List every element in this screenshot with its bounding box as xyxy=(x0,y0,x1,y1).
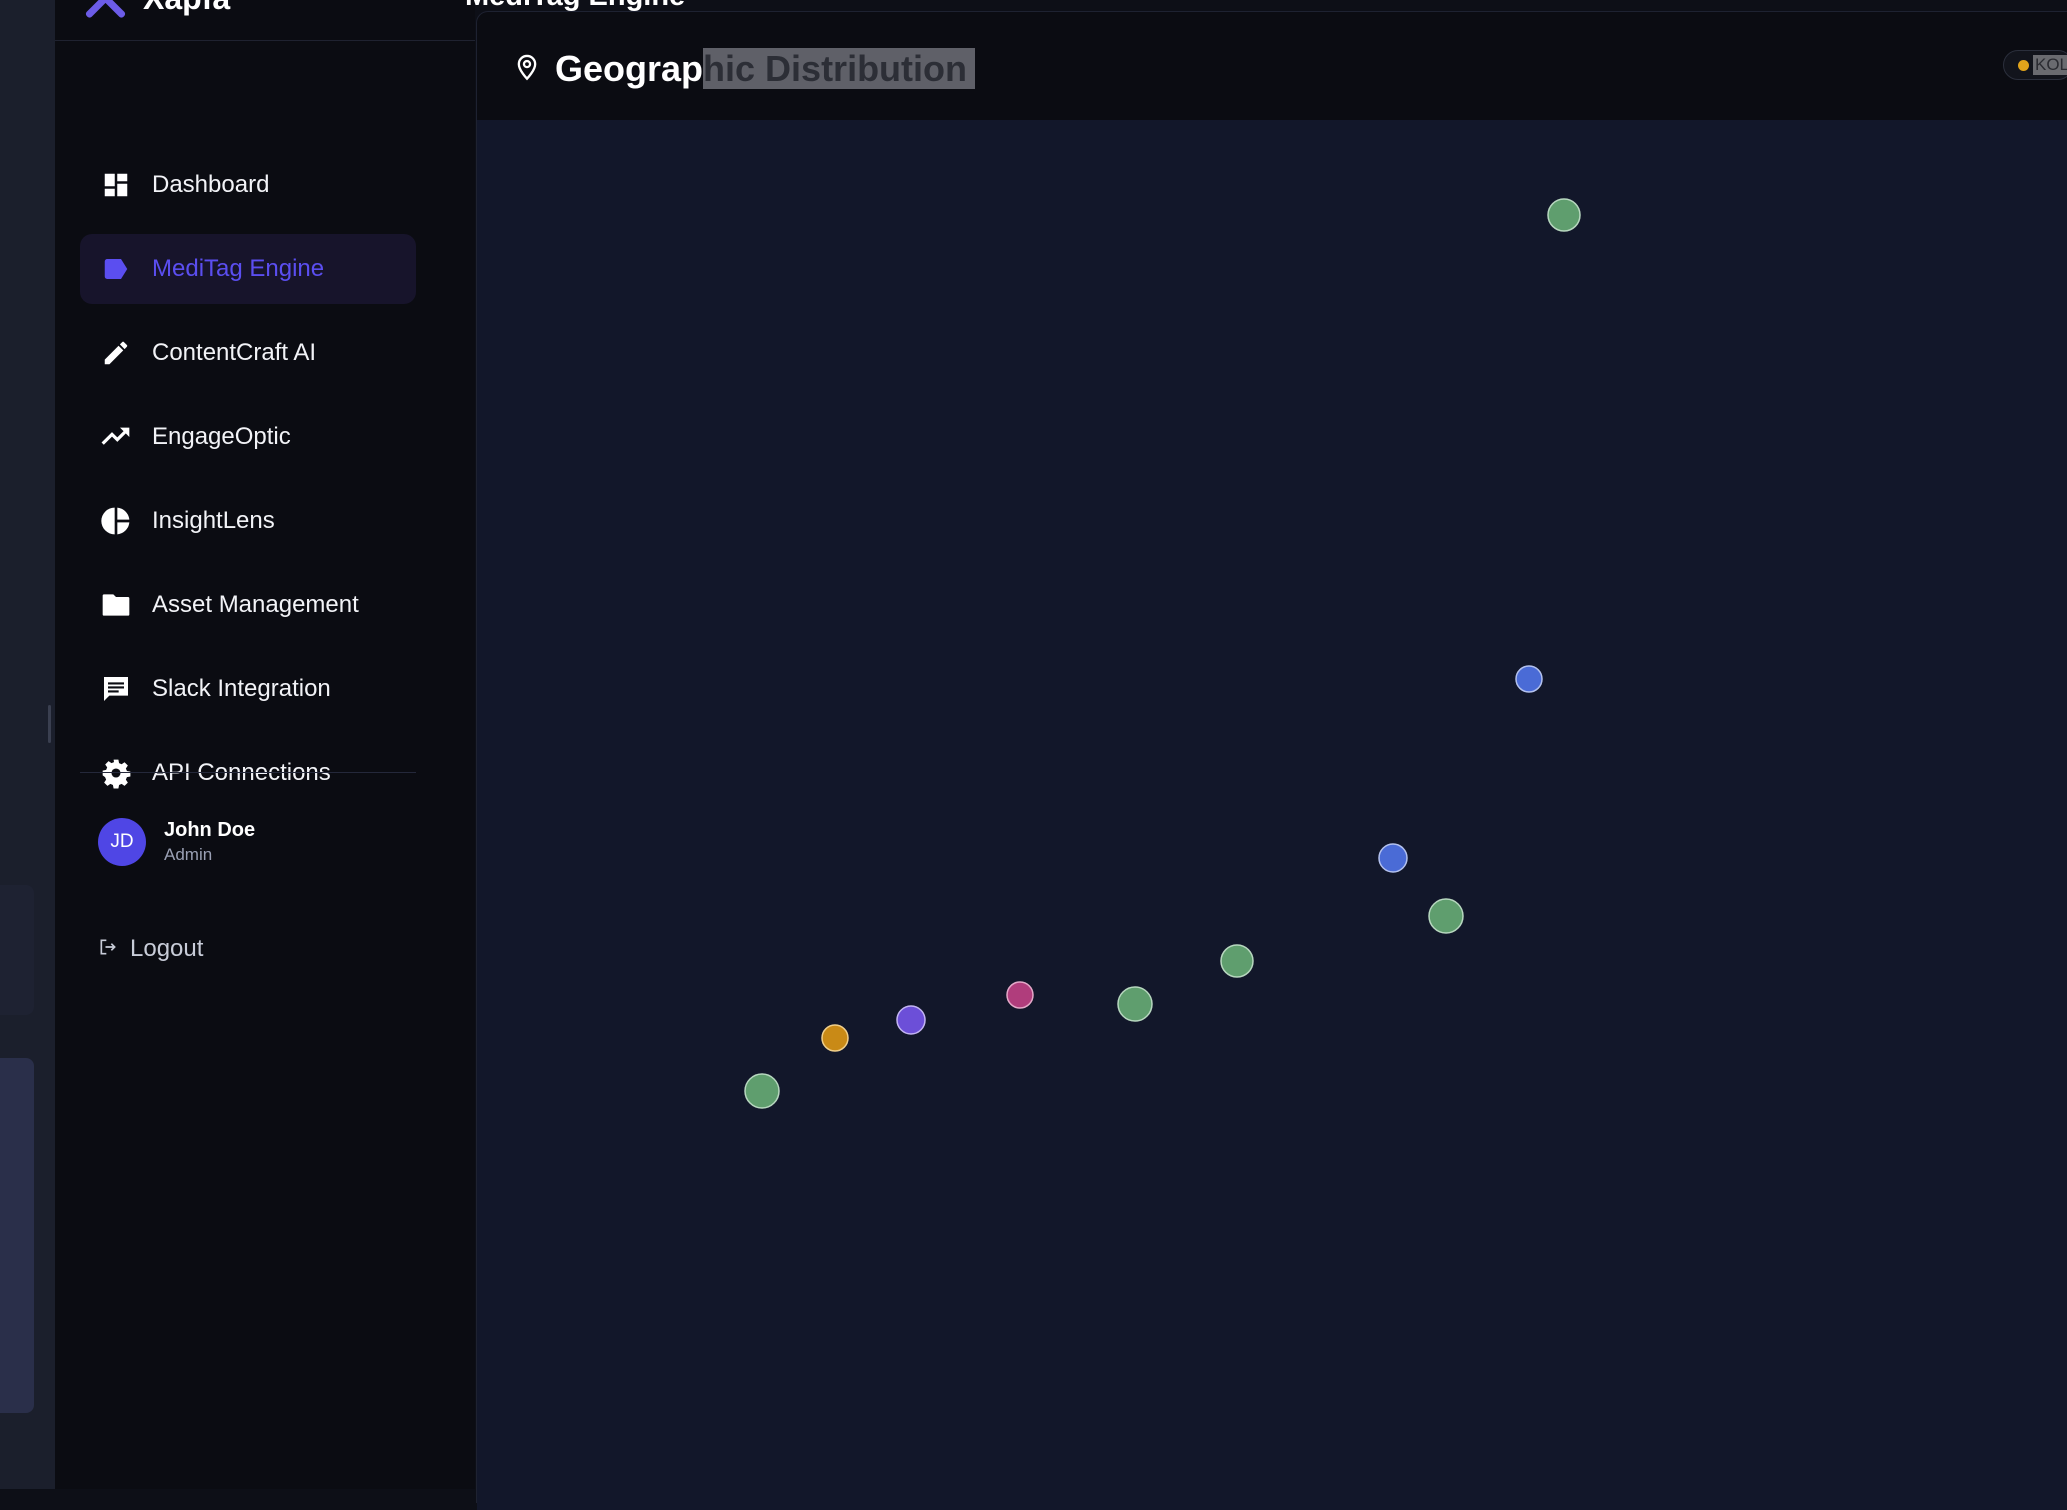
pencil-icon xyxy=(100,337,132,369)
map-point[interactable] xyxy=(1515,665,1543,693)
sidebar-item-label: EngageOptic xyxy=(152,423,291,450)
logout-icon xyxy=(98,937,118,962)
geographic-distribution-card: Geographic Distribution KOL xyxy=(476,11,2067,1510)
map-pin-icon xyxy=(513,52,541,87)
tag-icon xyxy=(100,253,132,285)
map-point[interactable] xyxy=(1220,944,1254,978)
logout-button[interactable]: Logout xyxy=(98,935,203,963)
pie-chart-icon xyxy=(100,505,132,537)
sidebar-item-label: InsightLens xyxy=(152,507,275,534)
sidebar-item-engageoptic[interactable]: EngageOptic xyxy=(80,402,416,472)
sidebar-item-dashboard[interactable]: Dashboard xyxy=(80,150,416,220)
background-card xyxy=(0,1058,34,1413)
sidebar-item-contentcraft-ai[interactable]: ContentCraft AI xyxy=(80,318,416,388)
background-card xyxy=(0,885,34,1015)
sidebar-item-meditag-engine[interactable]: MediTag Engine xyxy=(80,234,416,304)
map-point[interactable] xyxy=(1378,843,1408,873)
sidebar-nav: Dashboard MediTag Engine ContentCraft AI… xyxy=(80,150,416,822)
sidebar-item-label: Slack Integration xyxy=(152,675,331,702)
sidebar-item-label: MediTag Engine xyxy=(152,255,325,282)
sidebar: Xapfa Dashboard MediTag Engine ContentCr… xyxy=(55,0,475,1489)
card-header: Geographic Distribution KOL xyxy=(477,12,2067,120)
dashboard-icon xyxy=(100,169,132,201)
trending-up-icon xyxy=(100,421,132,453)
background-panel xyxy=(0,0,55,1489)
map-point[interactable] xyxy=(1428,898,1464,934)
card-title-text: Geograp xyxy=(555,48,704,89)
sidebar-item-asset-management[interactable]: Asset Management xyxy=(80,570,416,640)
map-point[interactable] xyxy=(896,1005,926,1035)
avatar: JD xyxy=(98,818,146,866)
divider xyxy=(80,772,416,773)
user-role: Admin xyxy=(164,845,213,864)
sidebar-item-api-connections[interactable]: API Connections xyxy=(80,738,416,808)
divider xyxy=(55,40,475,41)
legend-filter-kol[interactable]: KOL xyxy=(2003,50,2067,80)
user-name: John Doe xyxy=(164,819,256,841)
map-points-layer xyxy=(744,198,1581,1109)
map-point[interactable] xyxy=(1006,981,1034,1009)
legend-dot xyxy=(2018,59,2029,71)
sidebar-item-label: API Connections xyxy=(152,759,331,786)
brand-logo-icon xyxy=(85,0,125,18)
folder-icon xyxy=(100,589,132,621)
brand[interactable]: Xapfa xyxy=(85,0,230,18)
sidebar-item-label: Dashboard xyxy=(152,171,270,198)
brand-name: Xapfa xyxy=(143,0,230,17)
card-title-selected-text: hic Distribution xyxy=(703,48,976,89)
legend-label: KOL xyxy=(2033,55,2067,75)
user-profile[interactable]: JD John Doe Admin xyxy=(98,818,255,866)
chat-icon xyxy=(100,673,132,705)
logout-label: Logout xyxy=(130,935,204,962)
map-point[interactable] xyxy=(744,1073,780,1109)
sidebar-item-label: Asset Management xyxy=(152,591,359,618)
map-point[interactable] xyxy=(821,1024,849,1052)
map-point[interactable] xyxy=(1117,986,1153,1022)
sidebar-item-label: ContentCraft AI xyxy=(152,339,317,366)
card-title: Geographic Distribution xyxy=(555,48,976,90)
map-plot-area[interactable] xyxy=(477,120,2067,1510)
resize-handle[interactable] xyxy=(48,705,51,743)
sidebar-item-insightlens[interactable]: InsightLens xyxy=(80,486,416,556)
gear-icon xyxy=(100,757,132,789)
sidebar-item-slack-integration[interactable]: Slack Integration xyxy=(80,654,416,724)
map-point[interactable] xyxy=(1547,198,1581,232)
